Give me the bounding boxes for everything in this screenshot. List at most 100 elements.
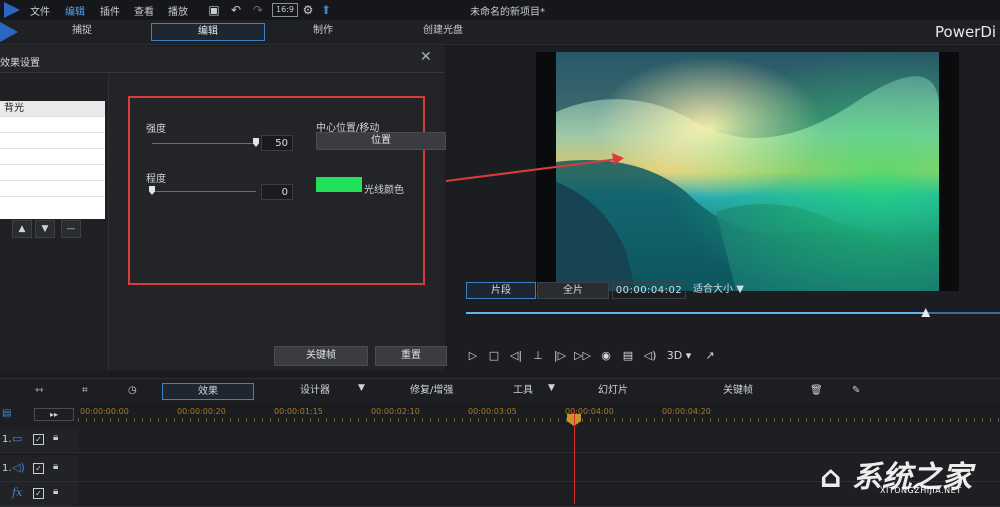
fix-enhance-button[interactable]: 修复/增强 bbox=[410, 383, 453, 398]
snapshot-icon[interactable]: ◉ bbox=[598, 348, 614, 364]
speed-icon[interactable]: ◷ bbox=[128, 383, 137, 398]
volume-icon[interactable]: ◁) bbox=[642, 348, 658, 364]
tab-edit[interactable]: 编辑 bbox=[151, 23, 265, 41]
previous-frame-icon[interactable]: ◁| bbox=[508, 348, 524, 364]
list-item[interactable] bbox=[0, 133, 105, 149]
crop-icon[interactable]: ⌗ bbox=[82, 383, 88, 398]
clip-mode-tab[interactable]: 片段 bbox=[466, 282, 536, 299]
tab-create-disc[interactable]: 创建光盘 bbox=[413, 23, 473, 39]
mode-bar: 捕捉 编辑 制作 创建光盘 PowerDi bbox=[0, 20, 1000, 45]
movie-mode-tab[interactable]: 全片 bbox=[537, 282, 609, 299]
position-button[interactable]: 位置 bbox=[316, 132, 446, 150]
list-item[interactable] bbox=[0, 181, 105, 197]
chevron-down-icon: ▼ bbox=[736, 284, 744, 295]
watermark-url: XITONGZHIJIA.NET bbox=[880, 486, 962, 495]
close-icon[interactable]: ✕ bbox=[420, 49, 432, 65]
degree-label: 程度 bbox=[146, 174, 166, 185]
move-down-button[interactable]: ▼ bbox=[35, 220, 55, 238]
list-item[interactable] bbox=[0, 117, 105, 133]
3d-label: 3D bbox=[666, 349, 683, 362]
fit-project-icon[interactable]: ▸▸ bbox=[34, 408, 74, 421]
ruler-ticks bbox=[78, 418, 1000, 422]
split-icon[interactable]: ⊥ bbox=[530, 348, 546, 364]
fit-size-select[interactable]: 适合大小 ▼ bbox=[693, 282, 744, 297]
panel-header: 效果设置 ✕ bbox=[0, 46, 445, 73]
degree-input[interactable]: 0 bbox=[261, 184, 293, 200]
keyframe-button[interactable]: 关键帧 bbox=[274, 346, 368, 366]
subtitle-icon[interactable]: ▤ bbox=[620, 348, 636, 364]
track-enable-checkbox[interactable]: ✓ bbox=[33, 434, 44, 445]
lock-icon[interactable]: 🔒︎ bbox=[53, 432, 58, 443]
preview-panel bbox=[450, 46, 1000, 371]
list-item[interactable]: 背光 bbox=[0, 101, 105, 117]
next-frame-icon[interactable]: |▷ bbox=[552, 348, 568, 364]
fit-size-label: 适合大小 bbox=[693, 284, 733, 295]
tab-produce[interactable]: 制作 bbox=[303, 23, 343, 39]
undo-icon[interactable]: ↶ bbox=[228, 2, 244, 18]
menu-file[interactable]: 文件 bbox=[30, 3, 50, 18]
list-item[interactable] bbox=[0, 149, 105, 165]
list-item[interactable] bbox=[0, 165, 105, 181]
effect-tab[interactable]: 效果 bbox=[162, 383, 254, 400]
menu-view[interactable]: 查看 bbox=[134, 3, 154, 18]
chevron-down-icon[interactable]: ▼ bbox=[548, 383, 555, 393]
intensity-input[interactable]: 50 bbox=[261, 135, 293, 151]
stop-icon[interactable]: □ bbox=[486, 348, 502, 364]
remove-button[interactable]: — bbox=[61, 220, 81, 238]
video-track[interactable]: 1. ▭ ✓ 🔒︎ bbox=[0, 428, 1000, 453]
designer-menu[interactable]: 设计器 bbox=[300, 383, 330, 398]
track-enable-checkbox[interactable]: ✓ bbox=[33, 463, 44, 474]
tick-label: 00:00:00:20 bbox=[177, 407, 226, 416]
track-enable-checkbox[interactable]: ✓ bbox=[33, 488, 44, 499]
ruler-head: ▤ ▸▸ bbox=[0, 405, 78, 423]
trash-icon[interactable]: 🗑 bbox=[810, 383, 823, 398]
panel-title: 效果设置 bbox=[0, 58, 40, 69]
annotation-arrow bbox=[445, 153, 624, 182]
audio-track-icon: ◁) bbox=[12, 461, 25, 474]
track-header: 1. ▭ ✓ 🔒︎ bbox=[0, 428, 78, 452]
light-color-swatch[interactable] bbox=[316, 177, 362, 192]
menu-edit[interactable]: 编辑 bbox=[65, 3, 85, 18]
tools-menu[interactable]: 工具 bbox=[513, 383, 533, 398]
keyframe-button[interactable]: 关键帧 bbox=[723, 383, 753, 398]
tab-capture[interactable]: 捕捉 bbox=[62, 23, 102, 39]
app-logo bbox=[0, 22, 18, 42]
move-up-button[interactable]: ▲ bbox=[12, 220, 32, 238]
slideshow-button[interactable]: 幻灯片 bbox=[598, 383, 628, 398]
settings-icon[interactable]: ⚙ bbox=[300, 2, 316, 18]
effect-settings-panel: 效果设置 ✕ 背光 ▲ ▼ — 强度 50 程度 0 中心位置/移动 位置 光线… bbox=[0, 46, 447, 371]
lock-icon[interactable]: 🔒︎ bbox=[53, 461, 58, 472]
timeline-ruler[interactable]: 00:00:00:00 00:00:00:20 00:00:01:15 00:0… bbox=[78, 405, 1000, 423]
edit-icon[interactable]: ✎ bbox=[852, 383, 860, 398]
track-manager-icon[interactable]: ▤ bbox=[2, 408, 11, 419]
fast-forward-icon[interactable]: ▷▷ bbox=[574, 348, 591, 364]
redo-icon[interactable]: ↷ bbox=[250, 2, 266, 18]
track-header: fx ✓ 🔒︎ bbox=[0, 482, 78, 506]
play-icon[interactable]: ▷ bbox=[465, 348, 481, 364]
upgrade-icon[interactable]: ⬆ bbox=[318, 2, 334, 18]
lock-icon[interactable]: 🔒︎ bbox=[53, 486, 58, 497]
3d-mode-button[interactable]: 3D ▾ bbox=[664, 348, 694, 364]
playback-progress-fill bbox=[466, 312, 926, 314]
save-icon[interactable]: ▣ bbox=[206, 2, 222, 18]
timeline-toolbar: ⇿ ⌗ ◷ 效果 设计器 ▼ 修复/增强 工具 ▼ 幻灯片 关键帧 🗑 ✎ bbox=[0, 378, 1000, 403]
fit-timeline-icon[interactable]: ⇿ bbox=[35, 383, 43, 398]
timecode-display[interactable]: 00:00:04:02 bbox=[612, 282, 686, 299]
aspect-ratio-button[interactable]: 16:9 bbox=[272, 3, 298, 17]
menu-plugins[interactable]: 插件 bbox=[100, 3, 120, 18]
external-display-icon[interactable]: ↗ bbox=[702, 348, 718, 364]
light-color-label: 光线颜色 bbox=[364, 185, 404, 196]
playhead-line bbox=[574, 412, 575, 504]
track-number: 1. bbox=[2, 434, 12, 445]
list-item[interactable] bbox=[0, 197, 105, 213]
reset-button[interactable]: 重置 bbox=[375, 346, 447, 366]
effect-list: 背光 bbox=[0, 101, 105, 219]
project-title: 未命名的新项目* bbox=[470, 7, 545, 18]
degree-slider-track[interactable] bbox=[152, 191, 256, 192]
app-logo-icon bbox=[4, 2, 20, 18]
intensity-slider-track[interactable] bbox=[152, 143, 256, 144]
chevron-down-icon[interactable]: ▼ bbox=[358, 383, 365, 393]
tick-label: 00:00:03:05 bbox=[468, 407, 517, 416]
menu-playback[interactable]: 播放 bbox=[168, 3, 188, 18]
video-track-icon: ▭ bbox=[12, 432, 23, 445]
